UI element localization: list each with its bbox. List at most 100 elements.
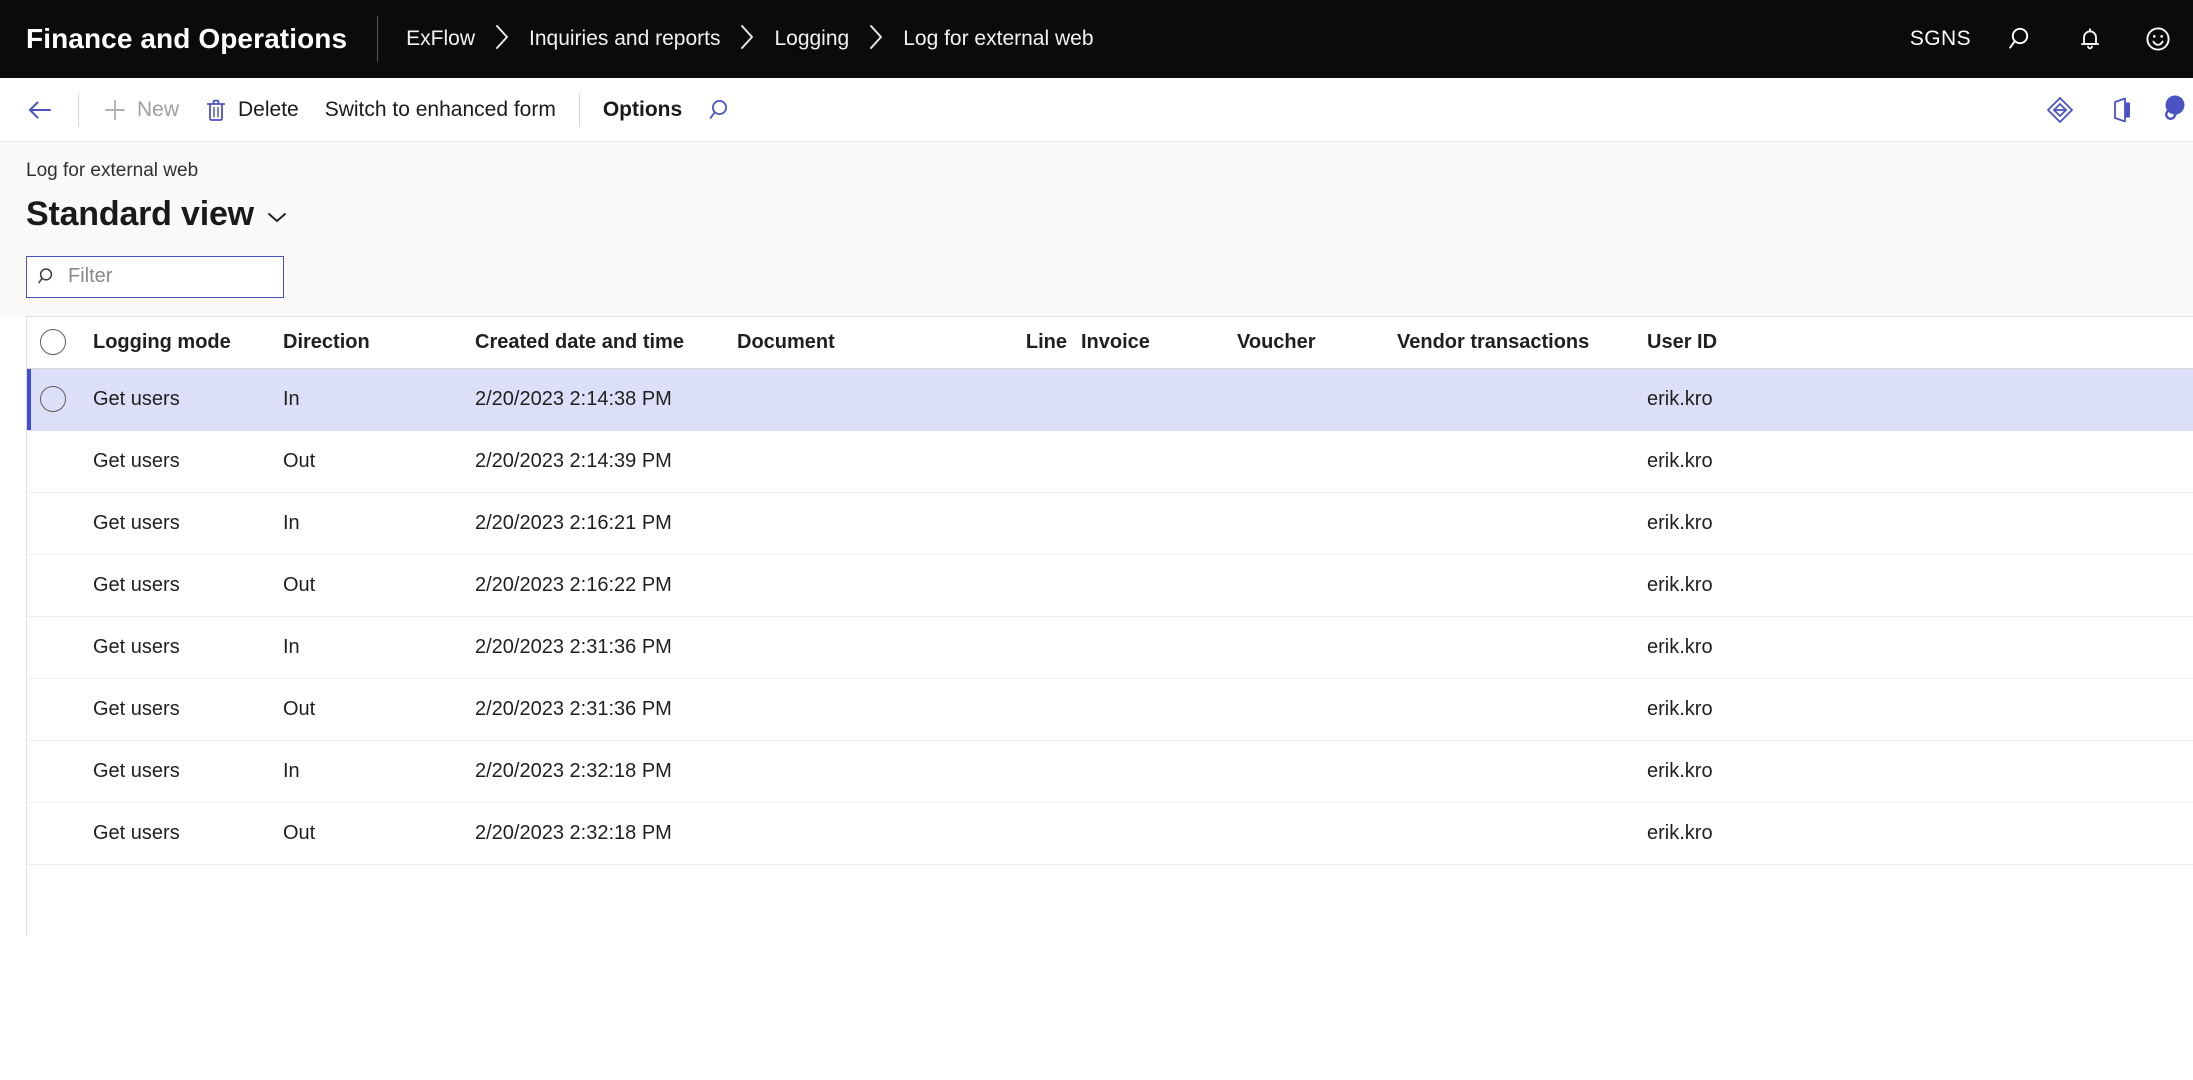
switch-to-enhanced-form-label: Switch to enhanced form: [324, 97, 556, 121]
breadcrumb-item-inquiries-and-reports[interactable]: Inquiries and reports: [527, 23, 722, 55]
cell-created-date-time[interactable]: 2/20/2023 2:31:36 PM: [461, 698, 723, 721]
breadcrumb-item-log-for-external-web[interactable]: Log for external web: [901, 23, 1095, 55]
cell-logging-mode[interactable]: Get users: [79, 760, 269, 783]
cell-created-date-time[interactable]: 2/20/2023 2:31:36 PM: [461, 636, 723, 659]
table-row[interactable]: Get users In 2/20/2023 2:14:38 PM erik.kro: [27, 368, 2193, 431]
cell-direction[interactable]: In: [269, 760, 461, 783]
cell-logging-mode[interactable]: Get users: [79, 822, 269, 845]
options-tab-label: Options: [602, 97, 683, 121]
chevron-right-icon: [722, 24, 772, 55]
cell-direction[interactable]: Out: [269, 698, 461, 721]
toolbar-search-button[interactable]: [695, 88, 747, 132]
column-header-created-date-time[interactable]: Created date and time: [461, 331, 723, 354]
cell-user-id[interactable]: erik.kro: [1633, 388, 1833, 411]
table-row[interactable]: Get users In 2/20/2023 2:32:18 PM erik.kro: [27, 741, 2193, 803]
quick-filter[interactable]: [26, 255, 284, 298]
table-row[interactable]: Get users In 2/20/2023 2:31:36 PM erik.kro: [27, 617, 2193, 679]
chevron-right-icon: [477, 24, 527, 55]
cell-created-date-time[interactable]: 2/20/2023 2:14:38 PM: [461, 388, 723, 411]
cell-logging-mode[interactable]: Get users: [79, 574, 269, 597]
row-select-circle-icon[interactable]: [40, 386, 66, 413]
delete-button[interactable]: Delete: [192, 88, 312, 132]
new-button[interactable]: New: [89, 88, 192, 132]
switch-to-enhanced-form-button[interactable]: Switch to enhanced form: [312, 88, 569, 132]
new-button-label: New: [137, 97, 180, 121]
chevron-right-icon: [851, 24, 901, 55]
column-header-voucher[interactable]: Voucher: [1223, 331, 1383, 354]
select-all-cell[interactable]: [27, 329, 79, 356]
cell-direction[interactable]: Out: [269, 822, 461, 845]
cell-user-id[interactable]: erik.kro: [1633, 636, 1833, 659]
cell-direction[interactable]: In: [269, 636, 461, 659]
column-header-document[interactable]: Document: [723, 331, 993, 354]
cell-user-id[interactable]: erik.kro: [1633, 822, 1833, 845]
select-all-circle-icon[interactable]: [40, 329, 66, 356]
cell-logging-mode[interactable]: Get users: [79, 636, 269, 659]
cell-direction[interactable]: In: [269, 388, 461, 411]
toolbar-divider: [578, 92, 580, 127]
table-row[interactable]: Get users Out 2/20/2023 2:14:39 PM erik.kro: [27, 431, 2193, 493]
filter-input[interactable]: [68, 265, 273, 289]
log-grid: Logging mode Direction Created date and …: [26, 315, 2193, 936]
column-header-vendor-transactions[interactable]: Vendor transactions: [1383, 331, 1633, 354]
cell-created-date-time[interactable]: 2/20/2023 2:32:18 PM: [461, 760, 723, 783]
help-smiley-icon[interactable]: [2141, 22, 2175, 56]
search-icon: [708, 97, 734, 123]
cell-created-date-time[interactable]: 2/20/2023 2:16:21 PM: [461, 512, 723, 535]
breadcrumb: ExFlow Inquiries and reports Logging Log…: [378, 23, 1095, 55]
office-app-icon[interactable]: [2091, 79, 2153, 141]
table-row[interactable]: Get users In 2/20/2023 2:16:21 PM erik.kro: [27, 493, 2193, 555]
personalize-diamond-icon[interactable]: [2029, 79, 2091, 141]
cell-direction[interactable]: Out: [269, 574, 461, 597]
cell-logging-mode[interactable]: Get users: [79, 698, 269, 721]
back-arrow-icon[interactable]: [18, 88, 62, 132]
breadcrumb-item-exflow[interactable]: ExFlow: [404, 23, 477, 55]
cell-logging-mode[interactable]: Get users: [79, 512, 269, 535]
page-caption: Log for external web: [26, 160, 199, 181]
cell-direction[interactable]: Out: [269, 450, 461, 473]
topbar-actions: SGNS: [1910, 0, 2175, 78]
cell-logging-mode[interactable]: Get users: [79, 450, 269, 473]
attachments-icon[interactable]: [2153, 79, 2193, 141]
cell-user-id[interactable]: erik.kro: [1633, 512, 1833, 535]
plus-icon: [102, 97, 128, 123]
action-pane-toolbar: New Delete Switch to enhanced form Optio…: [0, 78, 2193, 142]
column-header-user-id[interactable]: User ID: [1633, 331, 1833, 354]
cell-user-id[interactable]: erik.kro: [1633, 760, 1833, 783]
column-header-invoice[interactable]: Invoice: [1073, 331, 1223, 354]
cell-user-id[interactable]: erik.kro: [1633, 450, 1833, 473]
options-tab[interactable]: Options: [590, 88, 695, 132]
notifications-bell-icon[interactable]: [2073, 22, 2107, 56]
row-select-cell[interactable]: [27, 386, 79, 413]
chevron-down-icon[interactable]: [266, 204, 288, 224]
trash-icon: [205, 97, 229, 123]
cell-created-date-time[interactable]: 2/20/2023 2:16:22 PM: [461, 574, 723, 597]
table-row[interactable]: Get users Out 2/20/2023 2:32:18 PM erik.kro: [27, 803, 2193, 865]
search-icon: [37, 266, 58, 287]
column-header-line[interactable]: Line: [993, 331, 1073, 354]
cell-created-date-time[interactable]: 2/20/2023 2:32:18 PM: [461, 822, 723, 845]
cell-user-id[interactable]: erik.kro: [1633, 574, 1833, 597]
view-selector[interactable]: Standard view: [26, 195, 2193, 234]
cell-user-id[interactable]: erik.kro: [1633, 698, 1833, 721]
app-title[interactable]: Finance and Operations: [0, 23, 377, 55]
toolbar-right-actions: [2029, 78, 2193, 142]
grid-header-row: Logging mode Direction Created date and …: [27, 316, 2193, 369]
table-row[interactable]: Get users Out 2/20/2023 2:16:22 PM erik.kro: [27, 555, 2193, 617]
cell-created-date-time[interactable]: 2/20/2023 2:14:39 PM: [461, 450, 723, 473]
column-header-direction[interactable]: Direction: [269, 331, 461, 354]
breadcrumb-item-logging[interactable]: Logging: [772, 23, 851, 55]
delete-button-label: Delete: [238, 97, 299, 121]
top-navigation-bar: Finance and Operations ExFlow Inquiries …: [0, 0, 2193, 78]
cell-direction[interactable]: In: [269, 512, 461, 535]
search-icon[interactable]: [2005, 22, 2039, 56]
grid-body: Get users In 2/20/2023 2:14:38 PM erik.kro G…: [27, 368, 2193, 865]
filter-zone: [0, 233, 2193, 316]
page-header: Log for external web Standard view: [0, 142, 2193, 234]
page-title: Standard view: [26, 194, 254, 233]
company-label[interactable]: SGNS: [1910, 27, 1971, 51]
column-header-logging-mode[interactable]: Logging mode: [79, 331, 269, 354]
table-row[interactable]: Get users Out 2/20/2023 2:31:36 PM erik.kro: [27, 679, 2193, 741]
cell-logging-mode[interactable]: Get users: [79, 388, 269, 411]
toolbar-divider: [78, 92, 79, 127]
